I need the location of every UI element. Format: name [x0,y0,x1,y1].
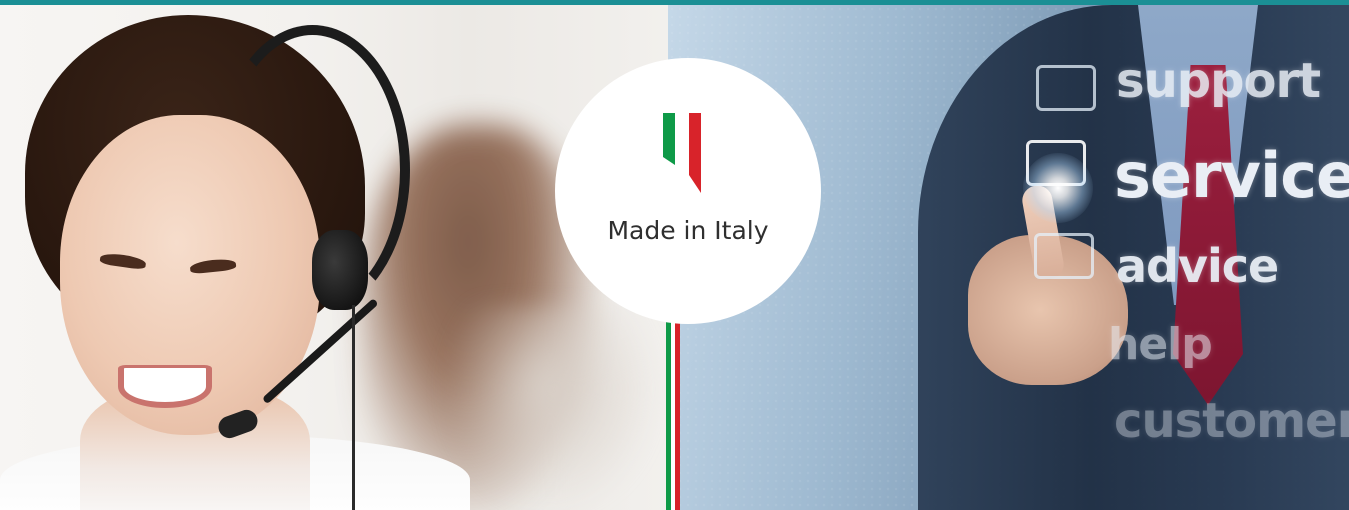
top-accent-strip [0,0,1349,5]
headset-earpiece-icon [312,230,368,310]
ribbon-red-stripe [675,300,680,510]
word-advice: advice [1116,239,1279,293]
checkbox-support-icon [1036,65,1096,111]
touch-glow-icon [1023,153,1093,223]
word-services: services [1114,139,1349,212]
operator-smile [118,365,212,408]
background-colleague-shirt [440,305,660,510]
made-in-italy-badge: Made in Italy [555,58,821,324]
word-customer: customer [1114,393,1349,449]
italian-flag-ribbon-icon [663,113,701,193]
hero-banner: support services advice help customer Ma… [0,0,1349,510]
word-help: help [1108,319,1213,370]
call-center-operator-photo [0,5,668,510]
checkbox-advice-icon [1034,233,1094,279]
made-in-italy-label: Made in Italy [607,216,769,245]
word-support: support [1116,53,1321,109]
headset-cord [352,305,355,510]
